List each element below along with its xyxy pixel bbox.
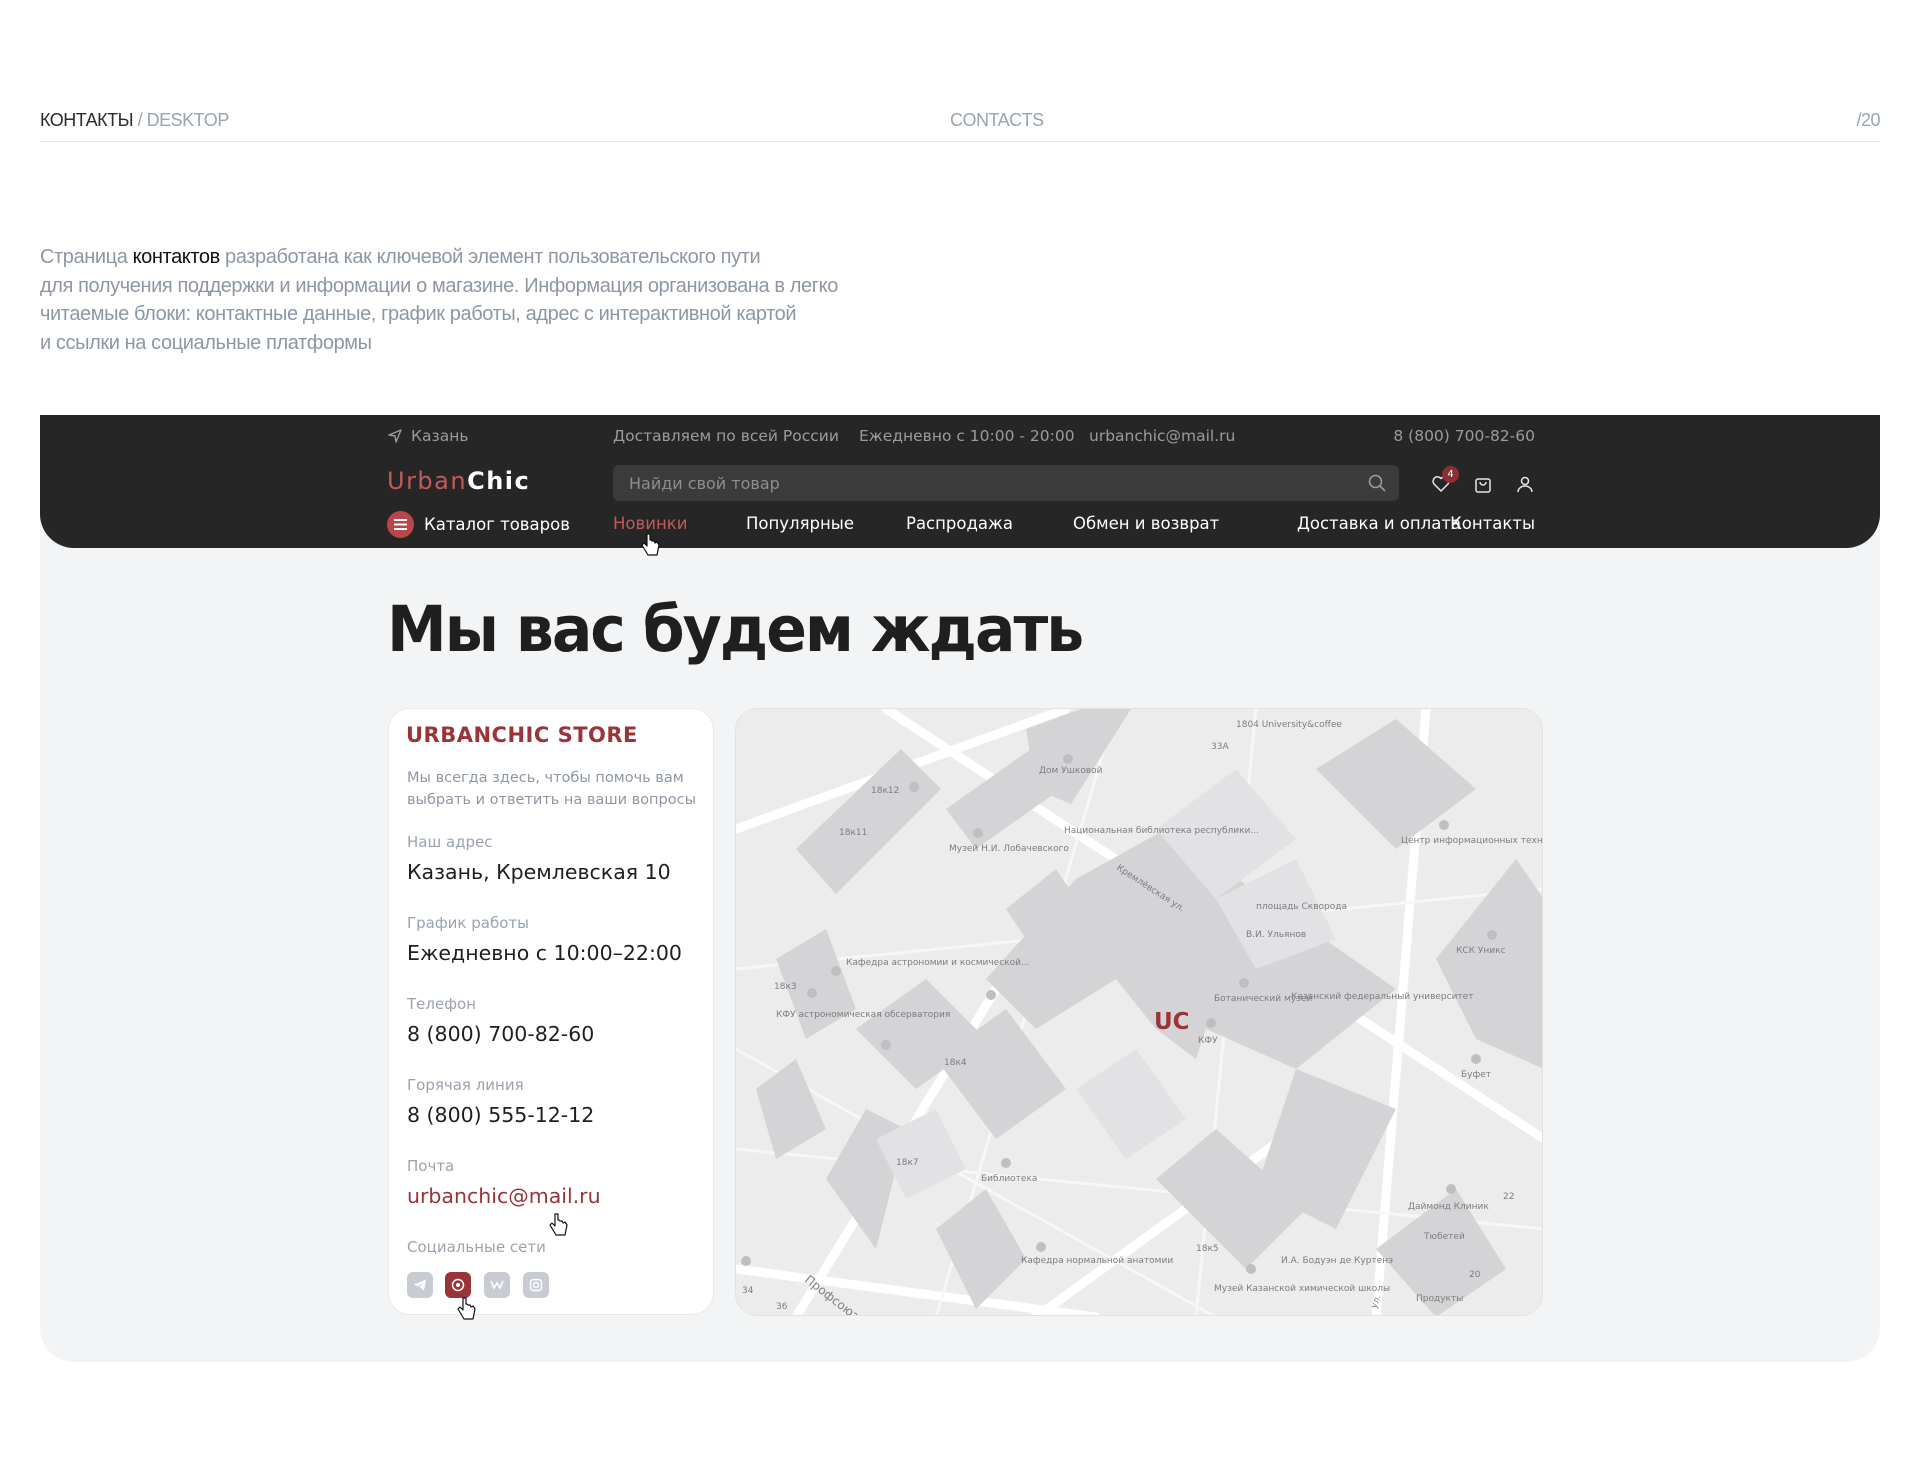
bag-icon[interactable]: [1472, 473, 1494, 495]
map-label: 18к3: [774, 982, 797, 992]
search-bar: [613, 465, 1399, 501]
menu-icon: [387, 511, 414, 538]
map-label: 1804 University&coffee: [1236, 720, 1342, 730]
nav-item-returns[interactable]: Обмен и возврат: [1073, 514, 1219, 533]
catalog-button[interactable]: Каталог товаров: [387, 511, 570, 538]
favorites-badge: 4: [1442, 466, 1459, 483]
hotline-label: Горячая линия: [407, 1076, 524, 1094]
map-label: Дом Ушковой: [1039, 766, 1103, 776]
mail-link[interactable]: urbanchic@mail.ru: [407, 1184, 601, 1208]
header-email[interactable]: urbanchic@mail.ru: [1089, 427, 1235, 445]
slide-meta-bar: КОНТАКТЫ / DESKTOP CONTACTS /20: [40, 108, 1880, 142]
telegram-icon[interactable]: [407, 1272, 433, 1298]
intro-text: Страница: [40, 246, 133, 268]
delivery-info: Доставляем по всей России: [613, 427, 839, 445]
map-label: Музей Н.И. Лобачевского: [949, 844, 1069, 854]
address-label: Наш адрес: [407, 833, 493, 851]
catalog-label: Каталог товаров: [424, 515, 570, 534]
address-value: Казань, Кремлевская 10: [407, 860, 671, 884]
slide-section: КОНТАКТЫ / DESKTOP: [40, 110, 229, 131]
header-phone[interactable]: 8 (800) 700-82-60: [1393, 427, 1535, 445]
nav-item-delivery[interactable]: Доставка и оплата: [1297, 514, 1461, 533]
nav-item-new[interactable]: Новинки: [613, 514, 687, 533]
store-title: URBANCHIC STORE: [406, 723, 638, 747]
hours-value: Ежедневно с 10:00–22:00: [407, 941, 682, 965]
intro-highlight: контактов: [132, 246, 221, 268]
store-marker-label: UC: [1154, 1009, 1190, 1035]
map-canvas: 1804 University&coffee 33А Дом Ушковой 1…: [736, 709, 1543, 1315]
map-label: 22: [1503, 1192, 1514, 1202]
slide-number: /20: [1856, 110, 1880, 130]
slide-center-title: CONTACTS: [950, 110, 1044, 130]
map-label: КСК Уникс: [1456, 946, 1506, 956]
logo-part-chic: Chic: [467, 467, 531, 495]
user-icon[interactable]: [1514, 473, 1536, 495]
social-links: [407, 1272, 567, 1298]
map-label: 18к7: [896, 1158, 919, 1168]
map-label: 18к4: [944, 1058, 967, 1068]
location-map[interactable]: 1804 University&coffee 33А Дом Ушковой 1…: [735, 708, 1543, 1316]
mail-label: Почта: [407, 1157, 455, 1175]
section-title: КОНТАКТЫ: [40, 110, 134, 130]
instagram-icon[interactable]: [523, 1272, 549, 1298]
location-arrow-icon: [388, 429, 402, 443]
intro-paragraph: Страница контактов разработана как ключе…: [40, 243, 880, 357]
main-nav: Каталог товаров Новинки Популярные Распр…: [387, 511, 1535, 542]
map-label: Казанский федеральный университет: [1291, 992, 1473, 1002]
map-label: Центр информационных технологий: [1401, 836, 1543, 846]
nav-item-contacts[interactable]: Контакты: [1450, 514, 1535, 533]
site-frame: Казань Доставляем по всей России Ежеднев…: [40, 415, 1880, 1362]
intro-line-2: для получения поддержки и информации о м…: [40, 274, 838, 297]
store-marker[interactable]: UC: [1154, 1009, 1190, 1035]
map-label: площадь Скворода: [1256, 902, 1347, 912]
city-selector[interactable]: Казань: [387, 427, 469, 445]
whatsapp-icon[interactable]: [445, 1272, 471, 1298]
intro-line-4: и ссылки на социальные платформы: [40, 331, 372, 354]
nav-item-sale[interactable]: Распродажа: [906, 514, 1013, 533]
search-input[interactable]: [613, 465, 1353, 501]
nav-item-popular[interactable]: Популярные: [746, 514, 854, 533]
map-label: 20: [1469, 1270, 1481, 1280]
logo-part-urban: Urban: [387, 467, 468, 495]
map-label: И.А. Бодуэн де Куртенэ: [1281, 1256, 1393, 1266]
hotline-value[interactable]: 8 (800) 555-12-12: [407, 1103, 594, 1127]
map-label: Буфет: [1461, 1070, 1491, 1080]
card-lead: Мы всегда здесь, чтобы помочь вам выбрат…: [407, 770, 697, 808]
map-label: 18к11: [839, 828, 867, 838]
page-title: Мы вас будем ждать: [387, 593, 1084, 667]
site-logo[interactable]: UrbanChic: [387, 467, 530, 495]
section-device: DESKTOP: [146, 110, 230, 130]
contact-card: URBANCHIC STORE Мы всегда здесь, чтобы п…: [388, 708, 714, 1315]
map-label: Тюбетей: [1423, 1232, 1465, 1242]
map-label: КФУ: [1198, 1036, 1218, 1046]
map-label: КФУ астрономическая обсерватория: [776, 1010, 950, 1020]
map-label: 18к5: [1196, 1244, 1219, 1254]
city-name: Казань: [411, 427, 469, 445]
map-label: 36: [776, 1302, 788, 1312]
section-separator: /: [133, 110, 147, 130]
site-header: Казань Доставляем по всей России Ежеднев…: [40, 415, 1880, 548]
map-label: Кафедра астрономии и космической...: [846, 958, 1030, 968]
working-hours: Ежедневно с 10:00 - 20:00: [859, 427, 1075, 445]
map-label: Даймонд Клиник: [1408, 1202, 1489, 1212]
map-label: 18к12: [871, 786, 899, 796]
map-label: Библиотека: [981, 1174, 1037, 1184]
map-label: Музей Казанской химической школы: [1214, 1284, 1390, 1294]
phone-label: Телефон: [407, 995, 477, 1013]
map-label: Продукты: [1416, 1294, 1463, 1304]
vk-icon[interactable]: [484, 1272, 510, 1298]
phone-value[interactable]: 8 (800) 700-82-60: [407, 1022, 594, 1046]
intro-text: разработана как ключевой элемент пользов…: [219, 246, 761, 268]
social-label: Социальные сети: [407, 1238, 546, 1256]
map-label: В.И. Ульянов: [1246, 930, 1306, 940]
map-label: Кафедра нормальной анатомии: [1021, 1256, 1173, 1266]
intro-line-1: Страница контактов разработана как ключе…: [40, 243, 880, 272]
intro-line-3: читаемые блоки: контактные данные, графи…: [40, 303, 797, 325]
map-label: 33А: [1211, 742, 1229, 752]
map-label: 34: [742, 1286, 754, 1296]
map-label: Национальная библиотека республики...: [1064, 826, 1259, 836]
search-icon[interactable]: [1367, 473, 1387, 493]
hours-label: График работы: [407, 914, 529, 932]
header-topbar: Казань Доставляем по всей России Ежеднев…: [387, 427, 1535, 451]
